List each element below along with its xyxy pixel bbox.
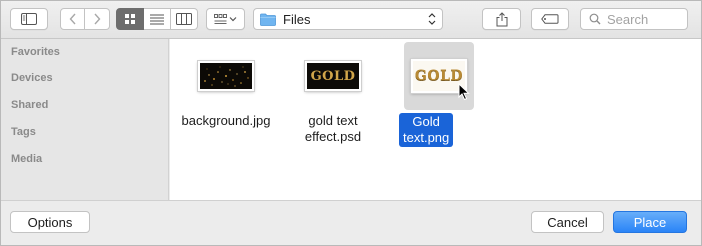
updown-arrows-icon	[428, 13, 436, 25]
forward-button[interactable]	[85, 8, 110, 30]
path-popup[interactable]: Files	[253, 8, 443, 30]
bottom-bar: Options Cancel Place	[1, 200, 701, 245]
sidebar-item-media[interactable]: Media	[11, 153, 42, 165]
back-button[interactable]	[60, 8, 85, 30]
cancel-button[interactable]: Cancel	[531, 211, 604, 233]
search-placeholder: Search	[607, 11, 649, 27]
sidebar-item-devices[interactable]: Devices	[11, 72, 53, 84]
list-view-button[interactable]	[144, 8, 171, 30]
options-button[interactable]: Options	[10, 211, 90, 233]
file-thumbnail: GOLD	[305, 61, 361, 91]
toolbar: Files Search	[1, 1, 701, 39]
file-name: background.jpg	[181, 113, 271, 128]
mouse-cursor-icon	[458, 83, 470, 101]
list-view-icon	[150, 14, 164, 24]
open-file-dialog: Files Search Favorites Devices Shared Ta…	[0, 0, 702, 246]
search-field[interactable]: Search	[580, 8, 688, 30]
place-button[interactable]: Place	[613, 211, 687, 233]
sidebar: Favorites Devices Shared Tags Media	[1, 39, 169, 200]
chevron-left-icon	[69, 13, 76, 25]
column-view-button[interactable]	[171, 8, 198, 30]
grid-view-icon	[125, 14, 135, 24]
file-thumbnail	[198, 61, 254, 91]
file-name: Gold text.png	[399, 113, 454, 147]
file-name: gold text effect.psd	[288, 113, 378, 145]
path-label: Files	[283, 11, 311, 27]
navigation-buttons	[60, 8, 110, 30]
folder-icon	[260, 13, 276, 26]
share-icon	[496, 11, 507, 26]
tag-button[interactable]	[531, 8, 569, 30]
file-name-line: gold text	[308, 113, 358, 128]
arrange-icon	[213, 14, 236, 24]
sidebar-item-favorites[interactable]: Favorites	[11, 46, 60, 58]
file-name-line: effect.psd	[304, 129, 362, 144]
search-icon	[589, 13, 601, 25]
sparkle-texture-image	[204, 66, 249, 87]
file-browser: background.jpg GOLD gold text effect.psd…	[170, 39, 701, 200]
column-view-icon	[176, 13, 192, 25]
tag-icon	[541, 14, 559, 24]
sidebar-item-tags[interactable]: Tags	[11, 126, 36, 138]
arrange-button[interactable]	[206, 8, 245, 30]
share-button[interactable]	[482, 8, 521, 30]
view-mode-control	[116, 8, 198, 30]
sidebar-toggle-icon	[21, 13, 37, 25]
icon-view-button[interactable]	[116, 8, 144, 30]
chevron-right-icon	[94, 13, 101, 25]
sidebar-toggle-button[interactable]	[10, 8, 48, 30]
sidebar-item-shared[interactable]: Shared	[11, 99, 48, 111]
